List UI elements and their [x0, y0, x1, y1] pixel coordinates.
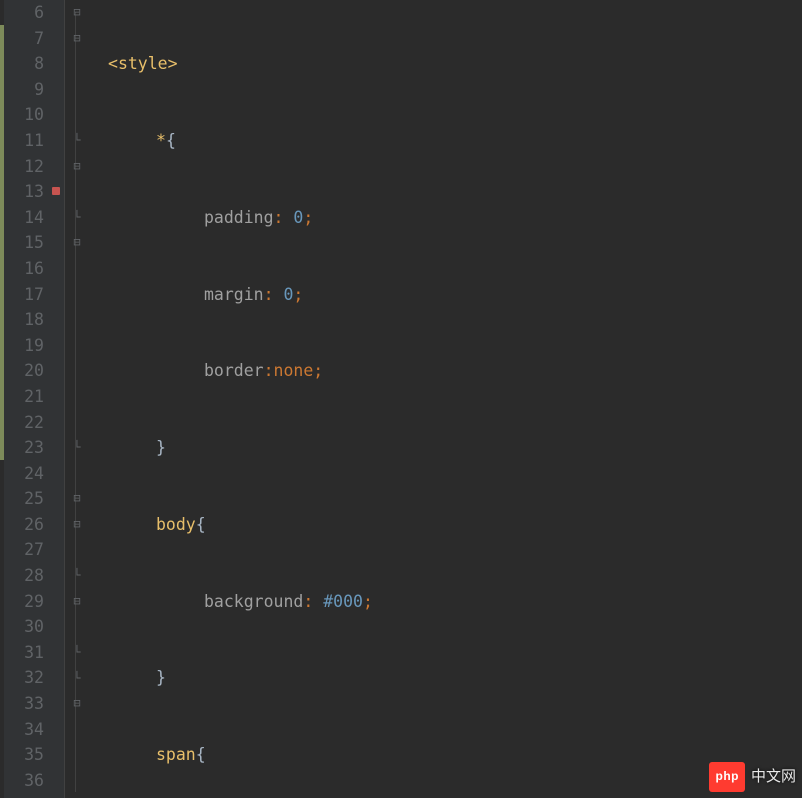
line-number: 37 — [4, 793, 44, 798]
tag-name: style — [118, 54, 168, 73]
watermark-text: 中文网 — [751, 764, 796, 790]
code-line[interactable]: } — [108, 435, 802, 461]
line-number: 10 — [4, 102, 44, 128]
line-number: 22 — [4, 410, 44, 436]
line-number: 29 — [4, 589, 44, 615]
line-number: 20 — [4, 358, 44, 384]
line-number: 33 — [4, 691, 44, 717]
fold-close-icon[interactable]: └ — [70, 640, 84, 666]
selector: * — [156, 131, 166, 150]
line-number: 34 — [4, 717, 44, 743]
fold-minus-icon[interactable]: ⊟ — [70, 0, 84, 26]
code-line[interactable]: body{ — [108, 512, 802, 538]
code-line[interactable]: padding: 0; — [108, 205, 802, 231]
code-line[interactable]: span{ — [108, 742, 802, 768]
line-number: 19 — [4, 333, 44, 359]
line-number: 27 — [4, 537, 44, 563]
line-number: 16 — [4, 256, 44, 282]
line-number: 9 — [4, 77, 44, 103]
breakpoint-column[interactable] — [50, 0, 64, 798]
fold-minus-icon[interactable]: ⊟ — [70, 691, 84, 717]
fold-close-icon[interactable]: └ — [70, 205, 84, 231]
line-number: 25 — [4, 486, 44, 512]
code-line[interactable]: <style> — [108, 51, 802, 77]
property: padding — [204, 208, 274, 227]
tag-close: > — [168, 54, 178, 73]
line-number: 32 — [4, 665, 44, 691]
line-number: 6 — [4, 0, 44, 26]
line-number: 31 — [4, 640, 44, 666]
fold-close-icon[interactable]: └ — [70, 666, 84, 692]
line-number: 35 — [4, 742, 44, 768]
fold-close-icon[interactable]: └ — [70, 563, 84, 589]
line-number: 14 — [4, 205, 44, 231]
number: 0 — [293, 208, 303, 227]
brace: { — [166, 131, 176, 150]
selector: body — [156, 515, 196, 534]
line-number: 28 — [4, 563, 44, 589]
line-number: 23 — [4, 435, 44, 461]
fold-minus-icon[interactable]: ⊟ — [70, 486, 84, 512]
watermark: php 中文网 — [709, 762, 796, 792]
line-number: 7 — [4, 26, 44, 52]
line-number: 36 — [4, 768, 44, 794]
fold-close-icon[interactable]: └ — [70, 128, 84, 154]
tag-open: < — [108, 54, 118, 73]
line-number: 12 — [4, 154, 44, 180]
line-number: 17 — [4, 282, 44, 308]
line-number: 18 — [4, 307, 44, 333]
property: border — [204, 361, 264, 380]
gutter: 6 7 8 9 10 11 12 13 14 15 16 17 18 19 20… — [4, 0, 50, 798]
breakpoint-icon[interactable] — [52, 187, 60, 195]
watermark-badge: php — [709, 762, 745, 792]
code-line[interactable]: *{ — [108, 128, 802, 154]
property: background — [204, 592, 303, 611]
line-number: 30 — [4, 614, 44, 640]
code-line[interactable]: margin: 0; — [108, 282, 802, 308]
keyword: none — [274, 361, 314, 380]
line-number: 15 — [4, 230, 44, 256]
brace: } — [156, 438, 166, 457]
code-line[interactable]: border:none; — [108, 358, 802, 384]
code-area[interactable]: <style> *{ padding: 0; margin: 0; border… — [86, 0, 802, 798]
fold-minus-icon[interactable]: ⊟ — [70, 154, 84, 180]
fold-close-icon[interactable]: └ — [70, 794, 84, 798]
code-line[interactable]: } — [108, 665, 802, 691]
line-number: 26 — [4, 512, 44, 538]
fold-close-icon[interactable]: └ — [70, 435, 84, 461]
fold-column[interactable]: ⊟ ⊟ └ ⊟ └ ⊟ └ ⊟ ⊟ └ ⊟ └ └ ⊟ └ — [64, 0, 86, 798]
selector: span — [156, 745, 196, 764]
fold-minus-icon[interactable]: ⊟ — [70, 589, 84, 615]
line-number: 8 — [4, 51, 44, 77]
colon: : — [274, 208, 284, 227]
line-number: 21 — [4, 384, 44, 410]
code-line[interactable]: background: #000; — [108, 589, 802, 615]
fold-minus-icon[interactable]: ⊟ — [70, 512, 84, 538]
line-number: 11 — [4, 128, 44, 154]
color: #000 — [323, 592, 363, 611]
property: margin — [204, 285, 264, 304]
line-number: 24 — [4, 461, 44, 487]
code-editor[interactable]: 6 7 8 9 10 11 12 13 14 15 16 17 18 19 20… — [0, 0, 802, 798]
semicolon: ; — [303, 208, 313, 227]
fold-minus-icon[interactable]: ⊟ — [70, 230, 84, 256]
fold-minus-icon[interactable]: ⊟ — [70, 26, 84, 52]
line-number: 13 — [4, 179, 44, 205]
